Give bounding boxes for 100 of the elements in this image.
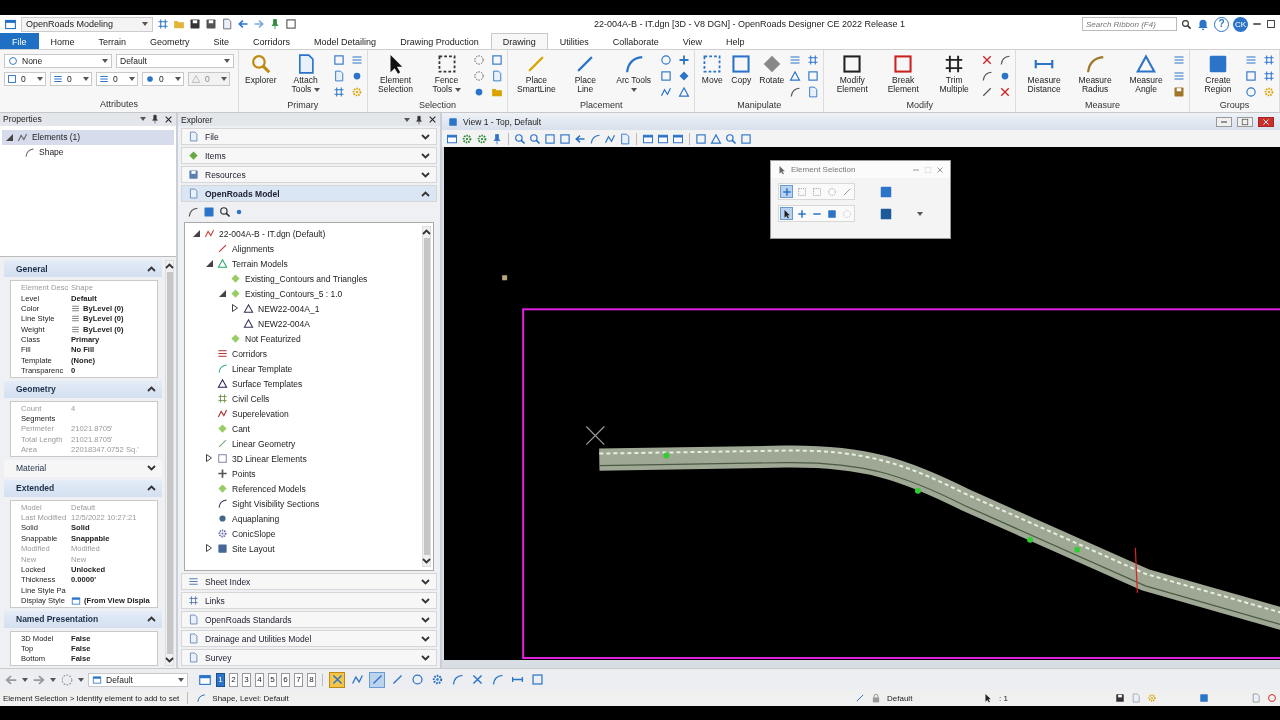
ribbon-tab[interactable]: Utilities [547, 33, 601, 49]
ribbon-button[interactable]: Attach Tools [281, 52, 330, 95]
ribbon-tab[interactable]: Home [38, 33, 87, 49]
ribbon-button[interactable]: Modify Element [828, 52, 877, 95]
ribbon-tab[interactable]: Corridors [241, 33, 303, 49]
section-header[interactable]: File [181, 128, 437, 145]
level-dropdown[interactable]: Default [88, 672, 188, 687]
panel-title: Explorer [181, 114, 214, 125]
ribbon-tab[interactable]: Drawing Production [388, 33, 491, 49]
tree-item[interactable]: Referenced Models [191, 481, 422, 496]
group-label: Groups [1218, 100, 1251, 112]
ribbon-button[interactable]: Element Selection [371, 52, 420, 95]
ribbon-button[interactable]: Place SmartLine [512, 52, 561, 95]
view-title: View 1 - Top, Default [463, 116, 543, 127]
tree-item[interactable]: Aquaplaning [191, 511, 422, 526]
section-header[interactable]: Resources [181, 166, 437, 183]
user-avatar[interactable]: CK [1233, 16, 1248, 32]
tree-item[interactable]: Terrain Models [191, 256, 422, 271]
ribbon-tab[interactable]: View [670, 33, 715, 49]
group-label: Manipulate [736, 100, 783, 112]
group-label: Measure [1084, 100, 1122, 112]
ribbon-button[interactable]: Fence Tools [422, 52, 471, 95]
search-field[interactable]: Search Ribbon (F4) [1082, 17, 1177, 31]
tree-item[interactable]: 22-004A-B - IT.dgn (Default) [191, 226, 422, 241]
tree-item[interactable]: Not Featurized [191, 331, 422, 346]
group-label: Selection [418, 100, 458, 112]
ribbon-button[interactable]: Move [699, 52, 726, 86]
section-header[interactable]: General [4, 260, 162, 278]
tree-item[interactable]: Linear Geometry [191, 436, 422, 451]
window-title: 22-004A-B - IT.dgn [3D - V8 DGN] - OpenRoads Designer CE 2022 Release 1 [592, 19, 907, 29]
group-label: Primary [286, 100, 320, 112]
attribute-field[interactable]: 0 [50, 72, 92, 86]
tree-item[interactable]: Shape [2, 144, 174, 160]
ribbon-tab[interactable]: File [0, 33, 39, 49]
active-level: Default [887, 693, 914, 703]
section-header[interactable]: OpenRoads Standards [181, 611, 437, 628]
tree-item[interactable]: Existing_Contours_5 : 1.0 [191, 286, 422, 301]
section-header[interactable]: Extended [4, 479, 162, 497]
tree-item[interactable]: ConicSlope [191, 526, 422, 541]
view-button[interactable]: 1 [216, 672, 225, 687]
ribbon-button[interactable]: Measure Distance [1020, 52, 1069, 95]
drawing-canvas[interactable]: Element Selection [444, 147, 1280, 660]
ribbon-tab[interactable]: Site [201, 33, 242, 49]
tree-item[interactable]: Sight Visibility Sections [191, 496, 422, 511]
selection-count: : 1 [999, 693, 1009, 703]
tree-item[interactable]: Superelevation [191, 406, 422, 421]
ribbon-button[interactable]: Arc Tools [610, 52, 658, 95]
tree-item[interactable]: NEW22-004A_1 [191, 301, 422, 316]
workflow-dropdown[interactable]: OpenRoads Modeling [21, 16, 153, 32]
section-header[interactable]: Named Presentation [4, 610, 162, 628]
section-header[interactable]: Geometry [4, 380, 162, 398]
tree-item[interactable]: Corridors [191, 346, 422, 361]
section-header[interactable]: Links [181, 592, 437, 609]
ribbon-tab[interactable]: Drawing [490, 33, 548, 49]
tree-item[interactable]: 3D Linear Elements [191, 451, 422, 466]
ribbon-button[interactable]: Create Region [1194, 52, 1242, 95]
tree-item[interactable]: Surface Templates [191, 376, 422, 391]
ribbon-button[interactable]: Rotate [757, 52, 787, 86]
view-button[interactable]: 3 [242, 672, 251, 687]
status-message: Shape, Level: Default [212, 693, 290, 703]
view-button[interactable]: 7 [294, 672, 303, 687]
section-header[interactable]: Sheet Index [181, 573, 437, 590]
status-prompt: Element Selection > Identify element to add to set [3, 693, 180, 703]
ribbon-tab[interactable]: Terrain [86, 33, 139, 49]
section-header[interactable]: Items [181, 147, 437, 164]
tree-item[interactable]: Elements (1) [2, 129, 174, 145]
tree-item[interactable]: NEW22-004A [191, 316, 422, 331]
ribbon-button[interactable]: Copy [728, 52, 755, 86]
section-header[interactable]: Drainage and Utilities Model [181, 630, 437, 647]
tree-item[interactable]: Linear Template [191, 361, 422, 376]
ribbon-button[interactable]: Place Line [563, 52, 608, 95]
group-label: Attributes [99, 99, 139, 111]
tree-item[interactable]: Civil Cells [191, 391, 422, 406]
ribbon-tab[interactable]: Help [714, 33, 757, 49]
attribute-dropdown[interactable]: None [4, 54, 112, 68]
tree-item[interactable]: Alignments [191, 241, 422, 256]
attribute-field[interactable]: 0 [4, 72, 46, 86]
view-button[interactable]: 6 [281, 672, 290, 687]
tree-item[interactable]: Points [191, 466, 422, 481]
view-button[interactable]: 2 [229, 672, 238, 687]
ribbon-button[interactable]: Explorer [243, 52, 279, 86]
tree-item[interactable]: Cant [191, 421, 422, 436]
view-button[interactable]: 8 [307, 672, 316, 687]
attribute-field[interactable]: 0 [96, 72, 138, 86]
ribbon-tab[interactable]: Model Detailing [302, 33, 389, 49]
ribbon-button[interactable]: Measure Radius [1071, 52, 1120, 95]
attribute-field[interactable]: 0 [142, 72, 184, 86]
tree-item[interactable]: Site Layout [191, 541, 422, 556]
section-header[interactable]: OpenRoads Model [181, 185, 437, 202]
ribbon-button[interactable]: Trim Multiple [930, 52, 979, 95]
ribbon-tab[interactable]: Collaborate [600, 33, 671, 49]
ribbon-button[interactable]: Measure Angle [1122, 52, 1171, 95]
ribbon-button[interactable]: Break Element [879, 52, 928, 95]
section-header[interactable]: Survey [181, 649, 437, 666]
ribbon-tab[interactable]: Geometry [138, 33, 202, 49]
section-header[interactable]: Material [4, 459, 162, 477]
attribute-dropdown[interactable]: Default [116, 54, 234, 68]
view-button[interactable]: 5 [268, 672, 277, 687]
view-button[interactable]: 4 [255, 672, 264, 687]
tree-item[interactable]: Existing_Contours and Triangles [191, 271, 422, 286]
